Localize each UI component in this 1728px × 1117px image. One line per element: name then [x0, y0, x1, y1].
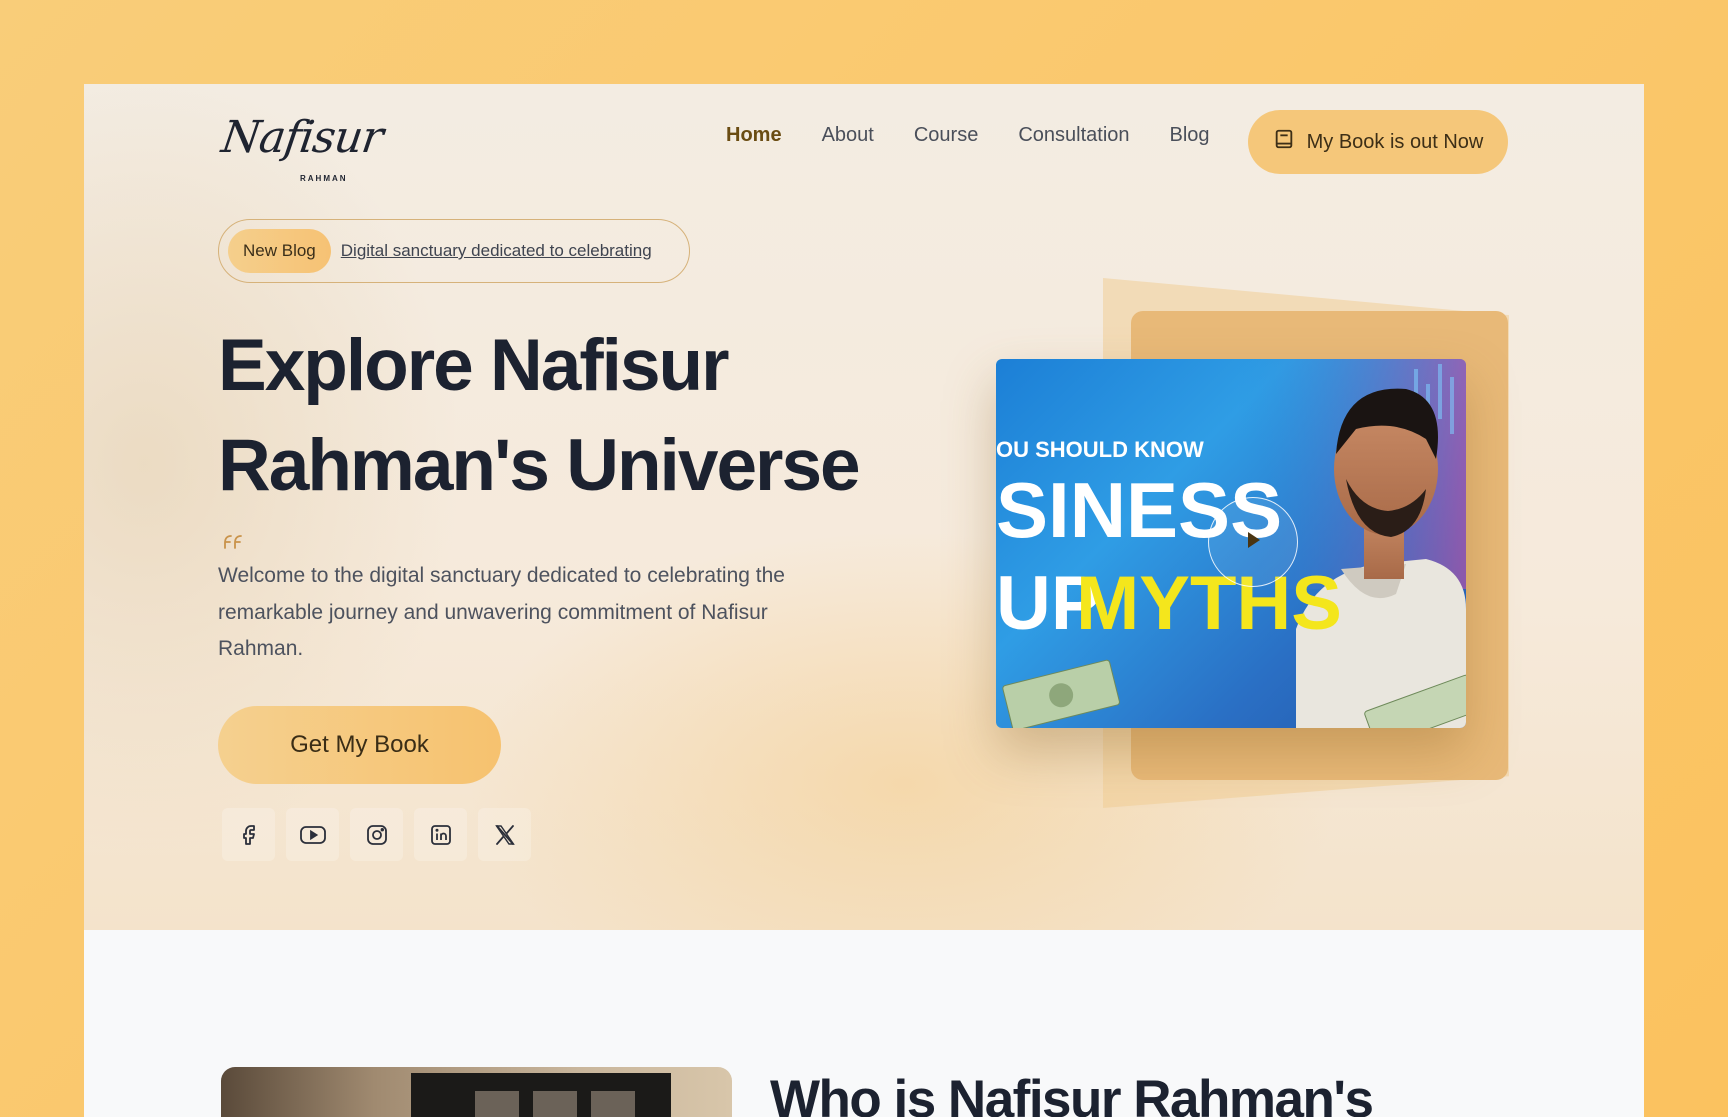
x-icon[interactable] [478, 808, 531, 861]
nav-item-home[interactable]: Home [726, 120, 782, 150]
photo-window [411, 1073, 671, 1117]
about-photo [221, 1067, 732, 1117]
photo-pane [475, 1091, 519, 1117]
thumb-line-3b: MYTHS [1076, 561, 1342, 646]
hero-headline: Explore Nafisur Rahman's Universe [218, 316, 918, 516]
nav-item-blog[interactable]: Blog [1170, 120, 1210, 150]
quote-icon [222, 532, 244, 557]
play-icon [1242, 529, 1264, 556]
thumb-line-1: OU SHOULD KNOW [996, 437, 1204, 462]
linkedin-icon[interactable] [414, 808, 467, 861]
youtube-icon[interactable] [286, 808, 339, 861]
instagram-icon[interactable] [350, 808, 403, 861]
new-blog-pill: New Blog [228, 229, 331, 273]
page-frame: Nafisur RAHMAN Home About Course Consult… [84, 84, 1644, 1117]
book-icon [1273, 128, 1295, 156]
photo-pane [591, 1091, 635, 1117]
social-links [222, 808, 531, 861]
headline-line-2: Rahman's Universe [218, 425, 861, 506]
about-section-title: Who is Nafisur Rahman's [770, 1070, 1374, 1117]
hero-section: Nafisur RAHMAN Home About Course Consult… [84, 84, 1644, 930]
main-nav: Home About Course Consultation Blog [726, 120, 1210, 150]
logo[interactable]: Nafisur RAHMAN [218, 106, 385, 183]
new-blog-badge: New Blog Digital sanctuary dedicated to … [218, 219, 690, 283]
headline-line-1: Explore Nafisur [218, 325, 730, 406]
logo-script: Nafisur [218, 112, 386, 163]
facebook-icon[interactable] [222, 808, 275, 861]
logo-subtitle: RAHMAN [300, 174, 348, 183]
play-video-button[interactable] [1208, 497, 1298, 587]
book-out-now-button[interactable]: My Book is out Now [1248, 110, 1508, 174]
nav-item-consultation[interactable]: Consultation [1018, 120, 1129, 150]
photo-pane [533, 1091, 577, 1117]
get-my-book-button[interactable]: Get My Book [218, 706, 501, 784]
nav-item-about[interactable]: About [822, 120, 874, 150]
nav-item-course[interactable]: Course [914, 120, 978, 150]
blog-teaser-link[interactable]: Digital sanctuary dedicated to celebrati… [341, 241, 652, 261]
book-button-label: My Book is out Now [1306, 130, 1484, 153]
hero-description: Welcome to the digital sanctuary dedicat… [218, 564, 785, 660]
